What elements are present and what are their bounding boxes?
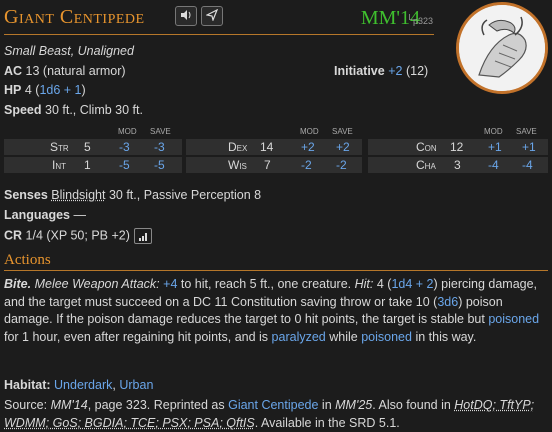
reprint-link[interactable]: Giant Centipede — [228, 398, 318, 412]
challenge-rating: CR 1/4 (XP 50; PB +2) — [4, 228, 152, 244]
speaker-icon — [180, 9, 192, 24]
ability-scores: MOD SAVE Str 5 -3 -3 Int 1 -5 -5 MOD SAV… — [4, 127, 548, 173]
ability-block-3: MOD SAVE Con 12 +1 +1 Cha 3 -4 -4 — [368, 127, 548, 173]
bite-action: Bite. Melee Weapon Attack: +4 to hit, re… — [4, 277, 540, 344]
mod-header: MOD — [300, 127, 319, 136]
ability-block-2: MOD SAVE Dex 14 +2 +2 Wis 7 -2 -2 — [186, 127, 362, 173]
str-mod-roll[interactable]: -3 — [119, 140, 130, 154]
dex-mod-roll[interactable]: +2 — [301, 140, 315, 154]
poison-damage-roll[interactable]: 3d6 — [437, 295, 458, 309]
languages: Languages — — [4, 208, 86, 222]
save-header: SAVE — [150, 127, 171, 136]
size-type-alignment: Small Beast, Unaligned — [4, 44, 134, 58]
source-page: Lp323 — [408, 13, 433, 26]
con-mod-roll[interactable]: +1 — [488, 140, 502, 154]
con-save-roll[interactable]: +1 — [522, 140, 536, 154]
hp-formula-roll[interactable]: 1d6 + 1 — [39, 83, 81, 97]
dex-save-roll[interactable]: +2 — [336, 140, 350, 154]
habitat: Habitat: Underdark, Urban — [4, 378, 154, 392]
ability-block-1: MOD SAVE Str 5 -3 -3 Int 1 -5 -5 — [4, 127, 182, 173]
initiative-roll[interactable]: +2 — [388, 64, 402, 78]
wis-mod-roll[interactable]: -2 — [301, 158, 312, 172]
wis-save-roll[interactable]: -2 — [336, 158, 347, 172]
hit-points: HP 4 (1d6 + 1) — [4, 83, 86, 97]
habitat-underdark-link[interactable]: Underdark — [54, 378, 112, 392]
save-header: SAVE — [332, 127, 353, 136]
blindsight-link[interactable]: Blindsight — [51, 188, 105, 202]
cha-save-roll[interactable]: -4 — [522, 158, 533, 172]
actions-rule — [4, 270, 548, 271]
source-line: Source: MM'14, page 323. Reprinted as Gi… — [4, 398, 535, 430]
ability-row-int: Int 1 -5 -5 — [4, 157, 182, 173]
speed: Speed 30 ft., Climb 30 ft. — [4, 103, 143, 117]
paralyzed-condition-link[interactable]: paralyzed — [272, 330, 326, 344]
header-rule — [4, 34, 434, 35]
mod-header: MOD — [118, 127, 137, 136]
int-save-roll[interactable]: -5 — [154, 158, 165, 172]
save-header: SAVE — [516, 127, 537, 136]
ability-row-con: Con 12 +1 +1 — [368, 139, 548, 155]
creature-name: Giant Centipede — [4, 6, 145, 28]
speaker-button[interactable] — [175, 6, 197, 26]
ability-row-str: Str 5 -3 -3 — [4, 139, 182, 155]
str-save-roll[interactable]: -3 — [154, 140, 165, 154]
send-icon — [205, 8, 219, 24]
armor-class: AC 13 (natural armor) — [4, 64, 126, 78]
cha-mod-roll[interactable]: -4 — [488, 158, 499, 172]
ability-row-wis: Wis 7 -2 -2 — [186, 157, 362, 173]
share-button[interactable] — [201, 6, 223, 26]
poisoned-condition-link[interactable]: poisoned — [488, 312, 539, 326]
senses: Senses Blindsight 30 ft., Passive Percep… — [4, 188, 262, 202]
creature-token-image[interactable] — [456, 2, 548, 94]
int-mod-roll[interactable]: -5 — [119, 158, 130, 172]
habitat-urban-link[interactable]: Urban — [119, 378, 153, 392]
bite-damage-roll[interactable]: 1d4 + 2 — [391, 277, 433, 291]
poisoned-condition-link[interactable]: poisoned — [361, 330, 412, 344]
bite-attack-roll[interactable]: +4 — [163, 277, 177, 291]
ability-row-dex: Dex 14 +2 +2 — [186, 139, 362, 155]
initiative: Initiative +2 (12) — [334, 64, 429, 78]
ability-row-cha: Cha 3 -4 -4 — [368, 157, 548, 173]
bar-chart-icon[interactable] — [133, 228, 152, 244]
actions-heading: Actions — [4, 252, 51, 268]
mod-header: MOD — [484, 127, 503, 136]
